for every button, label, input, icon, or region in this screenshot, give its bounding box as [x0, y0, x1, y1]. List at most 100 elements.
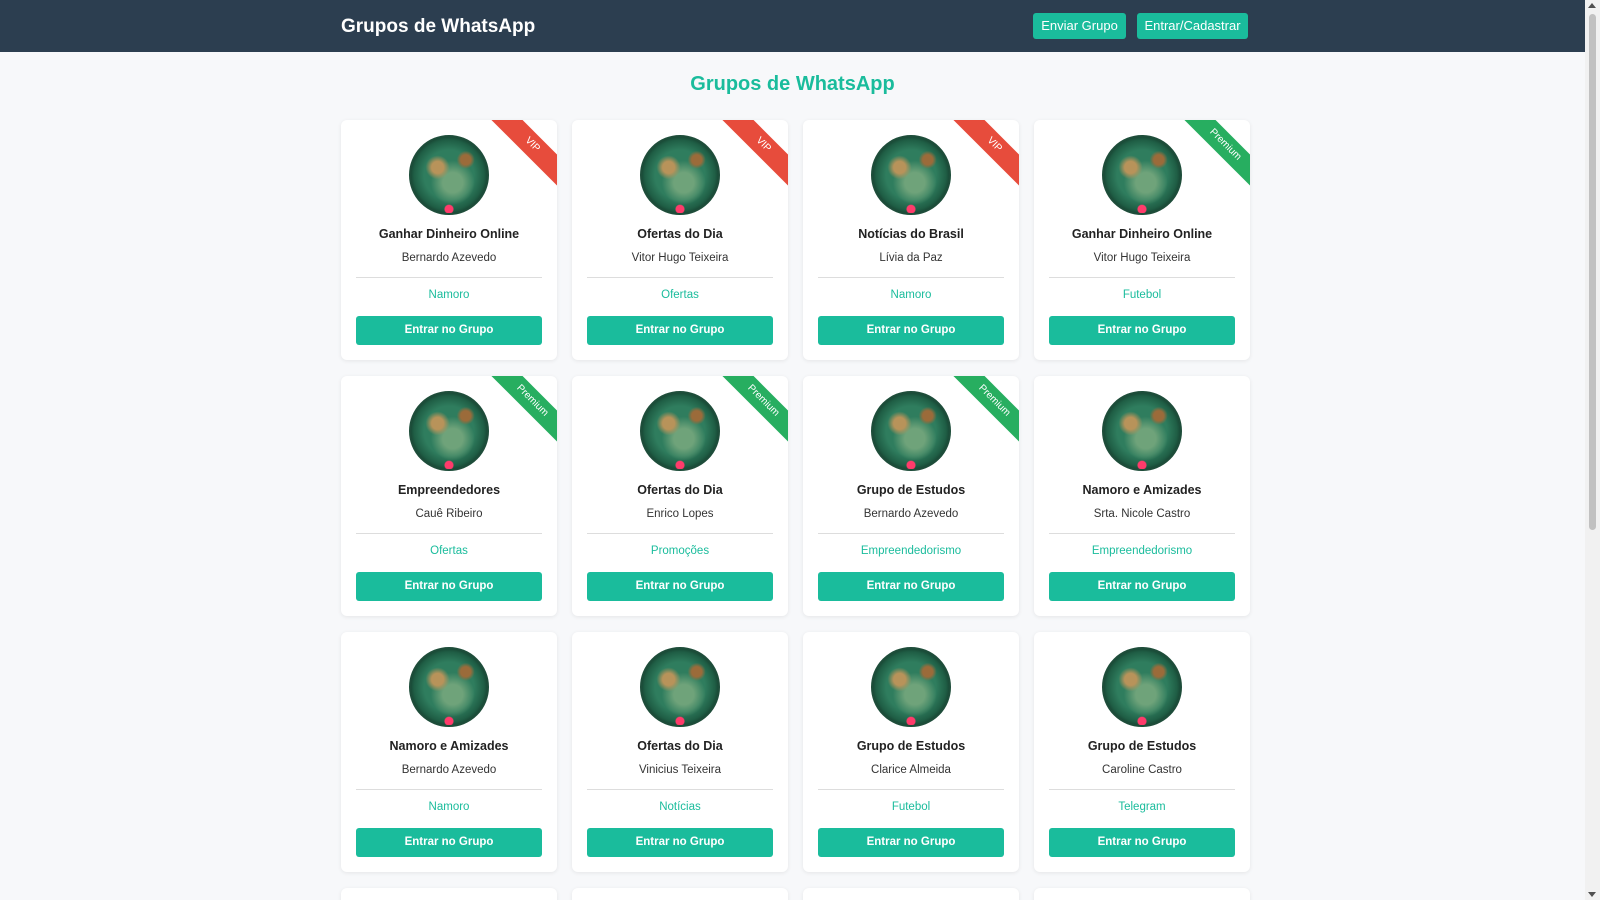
- group-avatar: [871, 135, 951, 215]
- group-name: Namoro e Amizades: [1082, 483, 1202, 497]
- group-name: Ganhar Dinheiro Online: [378, 227, 520, 241]
- group-name: Ganhar Dinheiro Online: [1071, 227, 1213, 241]
- premium-badge: Premium: [947, 376, 1019, 448]
- group-name: Ofertas do Dia: [637, 739, 723, 753]
- group-name: Ofertas do Dia: [637, 483, 723, 497]
- top-navbar: Grupos de WhatsApp Enviar Grupo Entrar/C…: [0, 0, 1585, 52]
- page-scrollbar[interactable]: [1585, 0, 1600, 900]
- group-card: Premium Ganhar Dinheiro Online Vitor Hug…: [1034, 120, 1250, 360]
- group-owner: Bernardo Azevedo: [401, 764, 497, 776]
- group-owner: Vinicius Teixeira: [638, 764, 722, 776]
- join-group-button[interactable]: Entrar no Grupo: [1049, 572, 1235, 601]
- group-card: VIP Notícias do Brasil Lívia da Paz Namo…: [803, 120, 1019, 360]
- login-register-button[interactable]: Entrar/Cadastrar: [1137, 13, 1248, 39]
- group-category-link[interactable]: Empreendedorismo: [1034, 545, 1250, 557]
- group-avatar: [640, 647, 720, 727]
- join-group-button[interactable]: Entrar no Grupo: [587, 572, 773, 601]
- group-avatar: [640, 135, 720, 215]
- group-card: Grupo de Estudos Clarice Almeida Futebol…: [803, 632, 1019, 872]
- group-owner: Srta. Nicole Castro: [1093, 508, 1191, 520]
- group-owner: Vitor Hugo Teixeira: [631, 252, 729, 264]
- join-group-button[interactable]: Entrar no Grupo: [356, 828, 542, 857]
- group-category-link[interactable]: Futebol: [803, 801, 1019, 813]
- group-avatar: [409, 391, 489, 471]
- group-avatar: [640, 391, 720, 471]
- join-group-button[interactable]: Entrar no Grupo: [356, 316, 542, 345]
- send-group-button[interactable]: Enviar Grupo: [1033, 13, 1126, 39]
- group-category-link[interactable]: Ofertas: [572, 289, 788, 301]
- join-group-button[interactable]: Entrar no Grupo: [356, 572, 542, 601]
- group-name: Grupo de Estudos: [856, 739, 966, 753]
- group-card: Premium Ofertas do Dia Enrico Lopes Prom…: [572, 376, 788, 616]
- scroll-down-arrow-icon[interactable]: [1588, 892, 1596, 897]
- card-divider: [1049, 277, 1235, 278]
- group-avatar: [1102, 647, 1182, 727]
- group-name: Grupo de Estudos: [856, 483, 966, 497]
- group-category-link[interactable]: Namoro: [803, 289, 1019, 301]
- join-group-button[interactable]: Entrar no Grupo: [1049, 316, 1235, 345]
- card-divider: [587, 533, 773, 534]
- join-group-button[interactable]: Entrar no Grupo: [587, 316, 773, 345]
- group-avatar: [409, 135, 489, 215]
- group-card: Premium Empreendedores Cauê Ribeiro Ofer…: [341, 376, 557, 616]
- group-name: Grupo de Estudos: [1087, 739, 1197, 753]
- group-avatar: [1102, 391, 1182, 471]
- card-divider: [356, 789, 542, 790]
- group-card-partial: [803, 888, 1019, 900]
- card-divider: [818, 789, 1004, 790]
- join-group-button[interactable]: Entrar no Grupo: [1049, 828, 1235, 857]
- group-category-link[interactable]: Notícias: [572, 801, 788, 813]
- site-brand[interactable]: Grupos de WhatsApp: [341, 16, 535, 38]
- group-category-link[interactable]: Promoções: [572, 545, 788, 557]
- card-divider: [587, 789, 773, 790]
- premium-badge: Premium: [485, 376, 557, 448]
- group-card: Namoro e Amizades Srta. Nicole Castro Em…: [1034, 376, 1250, 616]
- group-card: VIP Ganhar Dinheiro Online Bernardo Azev…: [341, 120, 557, 360]
- group-owner: Bernardo Azevedo: [863, 508, 959, 520]
- group-owner: Vitor Hugo Teixeira: [1093, 252, 1191, 264]
- group-category-link[interactable]: Empreendedorismo: [803, 545, 1019, 557]
- premium-badge: Premium: [1178, 120, 1250, 192]
- group-category-link[interactable]: Telegram: [1034, 801, 1250, 813]
- group-card: Namoro e Amizades Bernardo Azevedo Namor…: [341, 632, 557, 872]
- groups-grid: VIP Ganhar Dinheiro Online Bernardo Azev…: [341, 120, 1250, 900]
- group-owner: Clarice Almeida: [871, 764, 951, 776]
- card-divider: [356, 533, 542, 534]
- group-card-partial: [1034, 888, 1250, 900]
- group-name: Ofertas do Dia: [637, 227, 723, 241]
- group-owner: Cauê Ribeiro: [415, 508, 483, 520]
- group-card: Premium Grupo de Estudos Bernardo Azeved…: [803, 376, 1019, 616]
- group-card: Ofertas do Dia Vinicius Teixeira Notícia…: [572, 632, 788, 872]
- page-title: Grupos de WhatsApp: [690, 73, 895, 95]
- group-avatar: [1102, 135, 1182, 215]
- group-card: Grupo de Estudos Caroline Castro Telegra…: [1034, 632, 1250, 872]
- group-category-link[interactable]: Namoro: [341, 801, 557, 813]
- join-group-button[interactable]: Entrar no Grupo: [818, 316, 1004, 345]
- group-owner: Caroline Castro: [1102, 764, 1182, 776]
- join-group-button[interactable]: Entrar no Grupo: [818, 828, 1004, 857]
- group-category-link[interactable]: Futebol: [1034, 289, 1250, 301]
- group-category-link[interactable]: Ofertas: [341, 545, 557, 557]
- group-category-link[interactable]: Namoro: [341, 289, 557, 301]
- group-card-partial: [341, 888, 557, 900]
- group-name: Notícias do Brasil: [858, 227, 964, 241]
- vip-badge: VIP: [485, 120, 557, 192]
- group-avatar: [871, 391, 951, 471]
- card-divider: [1049, 789, 1235, 790]
- group-card: VIP Ofertas do Dia Vitor Hugo Teixeira O…: [572, 120, 788, 360]
- premium-badge: Premium: [716, 376, 788, 448]
- vip-badge: VIP: [716, 120, 788, 192]
- join-group-button[interactable]: Entrar no Grupo: [587, 828, 773, 857]
- card-divider: [818, 533, 1004, 534]
- card-divider: [1049, 533, 1235, 534]
- card-divider: [356, 277, 542, 278]
- group-name: Empreendedores: [397, 483, 501, 497]
- group-name: Namoro e Amizades: [389, 739, 509, 753]
- scrollbar-thumb[interactable]: [1589, 14, 1596, 530]
- card-divider: [818, 277, 1004, 278]
- group-owner: Enrico Lopes: [646, 508, 714, 520]
- join-group-button[interactable]: Entrar no Grupo: [818, 572, 1004, 601]
- card-divider: [587, 277, 773, 278]
- group-avatar: [409, 647, 489, 727]
- scroll-up-arrow-icon[interactable]: [1588, 3, 1596, 8]
